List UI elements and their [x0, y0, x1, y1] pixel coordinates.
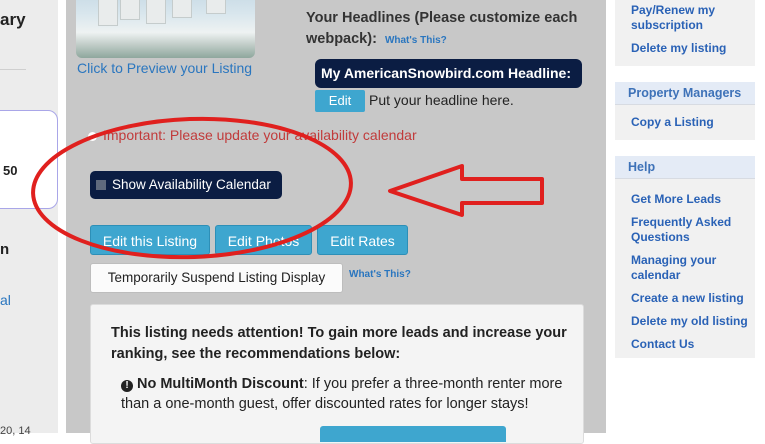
headline-value: Put your headline here.: [369, 92, 514, 108]
property-managers-box: Property Managers Copy a Listing: [615, 82, 755, 140]
left-title-fragment: ary: [0, 10, 26, 29]
recommendation-title: No MultiMonth Discount: [137, 376, 304, 392]
suspend-listing-button[interactable]: Temporarily Suspend Listing Display: [90, 263, 343, 293]
attention-title: This listing needs attention! To gain mo…: [111, 325, 567, 362]
managing-calendar-link[interactable]: Managing your calendar: [615, 253, 731, 283]
copy-listing-link[interactable]: Copy a Listing: [615, 115, 755, 130]
help-box: Help Get More Leads Frequently Asked Que…: [615, 156, 755, 358]
whats-this-link[interactable]: What's This?: [385, 35, 447, 46]
left-stat-number: 50: [3, 163, 18, 178]
edit-listing-button[interactable]: Edit this Listing: [90, 225, 210, 255]
recommendation-item: ! No MultiMonth Discount: If you prefer a…: [121, 374, 571, 414]
pay-renew-link[interactable]: Pay/Renew my subscription: [615, 3, 755, 33]
show-calendar-button[interactable]: Show Availability Calendar: [90, 171, 282, 199]
show-calendar-label: Show Availability Calendar: [112, 177, 271, 192]
delete-old-listing-link[interactable]: Delete my old listing: [615, 314, 755, 329]
property-managers-header: Property Managers: [615, 82, 755, 105]
left-date-fragment: 20, 14: [0, 425, 31, 437]
attention-action-button[interactable]: [320, 426, 506, 442]
headlines-heading: Your Headlines (Please customize each we…: [306, 8, 596, 51]
delete-listing-link[interactable]: Delete my listing: [615, 41, 755, 56]
faq-link[interactable]: Frequently Asked Questions: [615, 215, 741, 245]
edit-rates-button[interactable]: Edit Rates: [317, 225, 408, 255]
calendar-icon: [96, 180, 106, 190]
important-notice-text: Important: Please update your availabili…: [103, 127, 417, 143]
contact-us-link[interactable]: Contact Us: [615, 337, 755, 352]
create-listing-link[interactable]: Create a new listing: [615, 291, 755, 306]
left-column: ary 50 n al 20, 14: [0, 0, 58, 437]
edit-photos-button[interactable]: Edit Photos: [215, 225, 312, 255]
left-heading-fragment: n: [0, 241, 10, 258]
left-divider: [0, 69, 26, 70]
get-more-leads-link[interactable]: Get More Leads: [615, 192, 755, 207]
alert-icon: !: [121, 380, 133, 392]
headline-label-bar: My AmericanSnowbird.com Headline:: [315, 59, 582, 88]
important-notice: Important: Please update your availabili…: [88, 127, 417, 143]
edit-headline-button[interactable]: Edit: [315, 90, 365, 112]
listing-panel: Click to Preview your Listing Your Headl…: [66, 0, 606, 444]
listing-thumbnail[interactable]: [76, 0, 255, 58]
preview-listing-link[interactable]: Click to Preview your Listing: [77, 60, 252, 76]
left-stat-box: 50: [0, 110, 58, 209]
help-header: Help: [615, 156, 755, 179]
suspend-whats-this-link[interactable]: What's This?: [349, 269, 411, 280]
left-link-fragment[interactable]: al: [0, 292, 11, 308]
attention-box: This listing needs attention! To gain mo…: [90, 304, 584, 444]
account-sidebar-box: Pay/Renew my subscription Delete my list…: [615, 0, 755, 66]
info-icon: [88, 131, 97, 141]
